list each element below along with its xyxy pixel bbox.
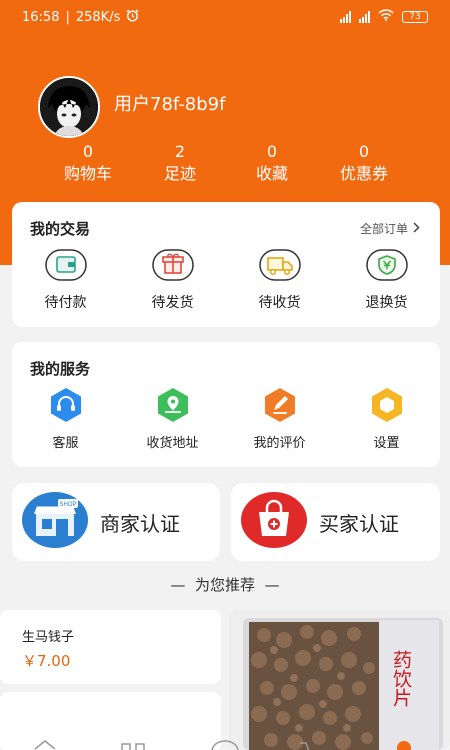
merchant-certification-label: 商家认证 bbox=[100, 511, 180, 536]
stat-label: 足迹 bbox=[163, 164, 196, 183]
merchant-certification-button[interactable]: SHOP 商家认证 bbox=[12, 483, 220, 561]
bottom-tab-bar bbox=[0, 736, 450, 750]
username[interactable]: 用户78f-8b9f bbox=[114, 90, 225, 116]
trade-label: 待发货 bbox=[151, 295, 194, 311]
service-label: 收货地址 bbox=[146, 436, 199, 451]
stat-cart[interactable]: 0 购物车 bbox=[48, 142, 128, 186]
wallet-icon bbox=[44, 249, 88, 286]
stat-value: 0 bbox=[82, 142, 94, 161]
all-orders-link[interactable]: 全部订单 bbox=[360, 220, 420, 237]
truck-icon bbox=[258, 249, 302, 286]
services-title: 我的服务 bbox=[30, 360, 91, 378]
services-card: 我的服务 客服 收货地址 我的评价 设置 bbox=[12, 342, 440, 467]
trade-pending-payment[interactable]: 待付款 bbox=[21, 248, 111, 312]
recommend-title: 为您推荐 bbox=[194, 576, 255, 594]
stats-row: 0 购物车 2 足迹 0 收藏 0 优惠券 bbox=[48, 142, 404, 186]
all-orders-label: 全部订单 bbox=[359, 222, 408, 236]
stat-value: 0 bbox=[358, 142, 370, 161]
trade-card: 我的交易 全部订单 待付款 待发货 待收货 退换货 bbox=[12, 202, 440, 327]
service-label: 设置 bbox=[373, 436, 400, 451]
stat-value: 0 bbox=[266, 142, 278, 161]
alarm-icon bbox=[126, 9, 139, 26]
shop-sign-text: SHOP bbox=[59, 502, 76, 508]
chevron-right-icon bbox=[412, 221, 420, 236]
battery-icon: 73 bbox=[402, 11, 428, 23]
product-image: 药饮片 bbox=[229, 610, 450, 750]
category-tab-icon bbox=[121, 743, 131, 750]
stat-coupons[interactable]: 0 优惠券 bbox=[324, 142, 404, 186]
product-image-card[interactable]: 药饮片 bbox=[229, 610, 450, 750]
wifi-icon bbox=[378, 9, 394, 25]
service-my-reviews[interactable]: 我的评价 bbox=[235, 386, 325, 451]
product-price: ￥7.00 bbox=[22, 652, 71, 670]
service-settings[interactable]: 设置 bbox=[342, 386, 432, 451]
trade-pending-shipment[interactable]: 待发货 bbox=[128, 248, 218, 312]
product-name: 生马钱子 bbox=[22, 630, 75, 645]
shopping-bag-icon bbox=[241, 492, 307, 552]
stat-label: 优惠券 bbox=[339, 164, 388, 183]
gift-icon bbox=[151, 249, 195, 286]
profile-tab-icon bbox=[397, 741, 411, 750]
status-speed: 258K/s bbox=[75, 9, 121, 25]
trade-title: 我的交易 bbox=[30, 220, 91, 238]
service-label: 客服 bbox=[52, 436, 79, 451]
trade-label: 待收货 bbox=[258, 295, 301, 311]
product-card[interactable]: 生马钱子 ￥7.00 bbox=[0, 610, 221, 684]
stat-footprint[interactable]: 2 足迹 bbox=[140, 142, 220, 186]
avatar[interactable] bbox=[38, 76, 100, 138]
signal-icon-2 bbox=[359, 11, 370, 23]
stat-value: 2 bbox=[174, 142, 186, 161]
trade-pending-receipt[interactable]: 待收货 bbox=[235, 248, 325, 312]
signal-icon bbox=[340, 11, 351, 23]
trade-returns[interactable]: 退换货 bbox=[342, 248, 432, 312]
trade-label: 退换货 bbox=[365, 295, 408, 311]
stat-label: 收藏 bbox=[255, 164, 288, 183]
buyer-certification-button[interactable]: 买家认证 bbox=[231, 483, 440, 561]
trade-label: 待付款 bbox=[44, 295, 87, 311]
status-time: 16:58 bbox=[22, 9, 60, 25]
message-tab-icon bbox=[211, 740, 239, 750]
cart-tab-icon bbox=[300, 742, 310, 750]
edit-icon bbox=[261, 388, 299, 428]
stat-label: 购物车 bbox=[63, 164, 112, 183]
image-label-text: 药饮片 bbox=[390, 650, 412, 707]
service-label: 我的评价 bbox=[253, 436, 306, 451]
service-customer-support[interactable]: 客服 bbox=[21, 386, 111, 451]
return-shield-icon bbox=[365, 249, 409, 286]
headset-icon bbox=[47, 388, 85, 428]
home-tab-icon bbox=[34, 740, 56, 750]
service-address[interactable]: 收货地址 bbox=[128, 386, 218, 451]
recommend-heading: — 为您推荐 — bbox=[170, 576, 280, 594]
shop-icon: SHOP bbox=[22, 492, 88, 552]
stat-favorites[interactable]: 0 收藏 bbox=[232, 142, 312, 186]
buyer-certification-label: 买家认证 bbox=[319, 511, 399, 536]
location-icon bbox=[154, 388, 192, 428]
status-bar: 16:58 | 258K/s 73 bbox=[0, 0, 450, 34]
hexagon-settings-icon bbox=[368, 388, 406, 428]
